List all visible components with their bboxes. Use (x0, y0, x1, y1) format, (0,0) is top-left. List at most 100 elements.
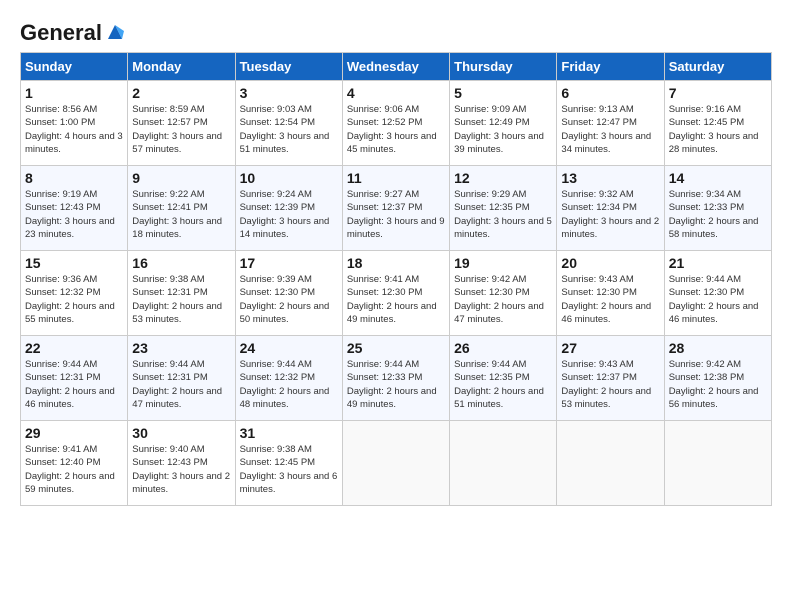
day-info: Sunrise: 9:44 AMSunset: 12:35 PMDaylight… (454, 358, 552, 411)
calendar-cell: 2 Sunrise: 8:59 AMSunset: 12:57 PMDayligh… (128, 81, 235, 166)
day-number: 12 (454, 170, 552, 186)
day-info: Sunrise: 9:36 AMSunset: 12:32 PMDaylight… (25, 273, 123, 326)
day-number: 23 (132, 340, 230, 356)
day-info: Sunrise: 9:42 AMSunset: 12:30 PMDaylight… (454, 273, 552, 326)
day-number: 4 (347, 85, 445, 101)
calendar-cell: 20 Sunrise: 9:43 AMSunset: 12:30 PMDaylig… (557, 251, 664, 336)
day-number: 6 (561, 85, 659, 101)
column-header-friday: Friday (557, 53, 664, 81)
calendar-cell: 29 Sunrise: 9:41 AMSunset: 12:40 PMDaylig… (21, 421, 128, 506)
day-info: Sunrise: 9:29 AMSunset: 12:35 PMDaylight… (454, 188, 552, 241)
calendar-cell (342, 421, 449, 506)
day-number: 28 (669, 340, 767, 356)
day-number: 5 (454, 85, 552, 101)
day-info: Sunrise: 9:41 AMSunset: 12:30 PMDaylight… (347, 273, 445, 326)
calendar-cell: 6 Sunrise: 9:13 AMSunset: 12:47 PMDayligh… (557, 81, 664, 166)
day-info: Sunrise: 9:24 AMSunset: 12:39 PMDaylight… (240, 188, 338, 241)
calendar-cell: 3 Sunrise: 9:03 AMSunset: 12:54 PMDayligh… (235, 81, 342, 166)
logo-icon (104, 21, 126, 43)
calendar-cell: 13Sunrise: 9:32 AMSunset: 12:34 PMDaylig… (557, 166, 664, 251)
page-header: General (20, 20, 772, 42)
day-number: 15 (25, 255, 123, 271)
day-info: Sunrise: 9:44 AMSunset: 12:30 PMDaylight… (669, 273, 767, 326)
day-info: Sunrise: 9:38 AMSunset: 12:31 PMDaylight… (132, 273, 230, 326)
day-info: Sunrise: 9:34 AMSunset: 12:33 PMDaylight… (669, 188, 767, 241)
calendar-cell: 19 Sunrise: 9:42 AMSunset: 12:30 PMDaylig… (450, 251, 557, 336)
day-info: Sunrise: 9:19 AMSunset: 12:43 PMDaylight… (25, 188, 123, 241)
calendar-cell: 24Sunrise: 9:44 AMSunset: 12:32 PMDaylig… (235, 336, 342, 421)
day-number: 27 (561, 340, 659, 356)
day-number: 7 (669, 85, 767, 101)
calendar-cell: 10 Sunrise: 9:24 AMSunset: 12:39 PMDaylig… (235, 166, 342, 251)
calendar-cell: 8 Sunrise: 9:19 AMSunset: 12:43 PMDayligh… (21, 166, 128, 251)
day-info: Sunrise: 9:44 AMSunset: 12:33 PMDaylight… (347, 358, 445, 411)
calendar-cell: 22Sunrise: 9:44 AMSunset: 12:31 PMDaylig… (21, 336, 128, 421)
calendar-cell (557, 421, 664, 506)
calendar-cell: 12 Sunrise: 9:29 AMSunset: 12:35 PMDaylig… (450, 166, 557, 251)
day-number: 17 (240, 255, 338, 271)
calendar-week-row: 8 Sunrise: 9:19 AMSunset: 12:43 PMDayligh… (21, 166, 772, 251)
day-number: 26 (454, 340, 552, 356)
day-info: Sunrise: 9:44 AMSunset: 12:32 PMDaylight… (240, 358, 338, 411)
day-number: 2 (132, 85, 230, 101)
day-number: 20 (561, 255, 659, 271)
day-number: 11 (347, 170, 445, 186)
day-info: Sunrise: 9:40 AMSunset: 12:43 PMDaylight… (132, 443, 230, 496)
day-info: Sunrise: 8:56 AMSunset: 1:00 PMDaylight:… (25, 103, 123, 156)
calendar-cell: 25 Sunrise: 9:44 AMSunset: 12:33 PMDaylig… (342, 336, 449, 421)
calendar-cell: 28 Sunrise: 9:42 AMSunset: 12:38 PMDaylig… (664, 336, 771, 421)
day-info: Sunrise: 9:27 AMSunset: 12:37 PMDaylight… (347, 188, 445, 241)
day-info: Sunrise: 9:41 AMSunset: 12:40 PMDaylight… (25, 443, 123, 496)
calendar-cell: 14Sunrise: 9:34 AMSunset: 12:33 PMDaylig… (664, 166, 771, 251)
day-info: Sunrise: 9:16 AMSunset: 12:45 PMDaylight… (669, 103, 767, 156)
day-number: 3 (240, 85, 338, 101)
day-info: Sunrise: 9:32 AMSunset: 12:34 PMDaylight… (561, 188, 659, 241)
calendar-week-row: 1 Sunrise: 8:56 AMSunset: 1:00 PMDaylight… (21, 81, 772, 166)
calendar-header-row: SundayMondayTuesdayWednesdayThursdayFrid… (21, 53, 772, 81)
day-number: 29 (25, 425, 123, 441)
calendar-week-row: 15 Sunrise: 9:36 AMSunset: 12:32 PMDaylig… (21, 251, 772, 336)
column-header-saturday: Saturday (664, 53, 771, 81)
day-info: Sunrise: 9:03 AMSunset: 12:54 PMDaylight… (240, 103, 338, 156)
day-number: 25 (347, 340, 445, 356)
day-info: Sunrise: 9:43 AMSunset: 12:30 PMDaylight… (561, 273, 659, 326)
calendar-cell: 15 Sunrise: 9:36 AMSunset: 12:32 PMDaylig… (21, 251, 128, 336)
calendar-cell: 18 Sunrise: 9:41 AMSunset: 12:30 PMDaylig… (342, 251, 449, 336)
column-header-sunday: Sunday (21, 53, 128, 81)
day-info: Sunrise: 9:44 AMSunset: 12:31 PMDaylight… (25, 358, 123, 411)
day-info: Sunrise: 9:43 AMSunset: 12:37 PMDaylight… (561, 358, 659, 411)
day-number: 8 (25, 170, 123, 186)
day-info: Sunrise: 9:22 AMSunset: 12:41 PMDaylight… (132, 188, 230, 241)
day-info: Sunrise: 9:06 AMSunset: 12:52 PMDaylight… (347, 103, 445, 156)
day-number: 18 (347, 255, 445, 271)
logo: General (20, 20, 126, 42)
calendar-cell: 9Sunrise: 9:22 AMSunset: 12:41 PMDayligh… (128, 166, 235, 251)
calendar-cell: 1 Sunrise: 8:56 AMSunset: 1:00 PMDaylight… (21, 81, 128, 166)
day-number: 31 (240, 425, 338, 441)
calendar-cell: 17Sunrise: 9:39 AMSunset: 12:30 PMDaylig… (235, 251, 342, 336)
calendar-cell: 26 Sunrise: 9:44 AMSunset: 12:35 PMDaylig… (450, 336, 557, 421)
day-number: 30 (132, 425, 230, 441)
calendar-cell: 5Sunrise: 9:09 AMSunset: 12:49 PMDayligh… (450, 81, 557, 166)
logo-general: General (20, 20, 102, 46)
calendar-week-row: 29 Sunrise: 9:41 AMSunset: 12:40 PMDaylig… (21, 421, 772, 506)
calendar-cell (664, 421, 771, 506)
day-info: Sunrise: 8:59 AMSunset: 12:57 PMDaylight… (132, 103, 230, 156)
calendar-week-row: 22Sunrise: 9:44 AMSunset: 12:31 PMDaylig… (21, 336, 772, 421)
calendar-cell: 31 Sunrise: 9:38 AMSunset: 12:45 PMDaylig… (235, 421, 342, 506)
day-number: 1 (25, 85, 123, 101)
calendar-cell: 21Sunrise: 9:44 AMSunset: 12:30 PMDaylig… (664, 251, 771, 336)
day-info: Sunrise: 9:38 AMSunset: 12:45 PMDaylight… (240, 443, 338, 496)
day-info: Sunrise: 9:42 AMSunset: 12:38 PMDaylight… (669, 358, 767, 411)
calendar-cell: 16 Sunrise: 9:38 AMSunset: 12:31 PMDaylig… (128, 251, 235, 336)
day-number: 10 (240, 170, 338, 186)
day-number: 19 (454, 255, 552, 271)
day-number: 16 (132, 255, 230, 271)
calendar-cell: 11 Sunrise: 9:27 AMSunset: 12:37 PMDaylig… (342, 166, 449, 251)
calendar-cell: 7 Sunrise: 9:16 AMSunset: 12:45 PMDayligh… (664, 81, 771, 166)
column-header-wednesday: Wednesday (342, 53, 449, 81)
calendar-cell: 30 Sunrise: 9:40 AMSunset: 12:43 PMDaylig… (128, 421, 235, 506)
column-header-monday: Monday (128, 53, 235, 81)
calendar-table: SundayMondayTuesdayWednesdayThursdayFrid… (20, 52, 772, 506)
day-info: Sunrise: 9:13 AMSunset: 12:47 PMDaylight… (561, 103, 659, 156)
